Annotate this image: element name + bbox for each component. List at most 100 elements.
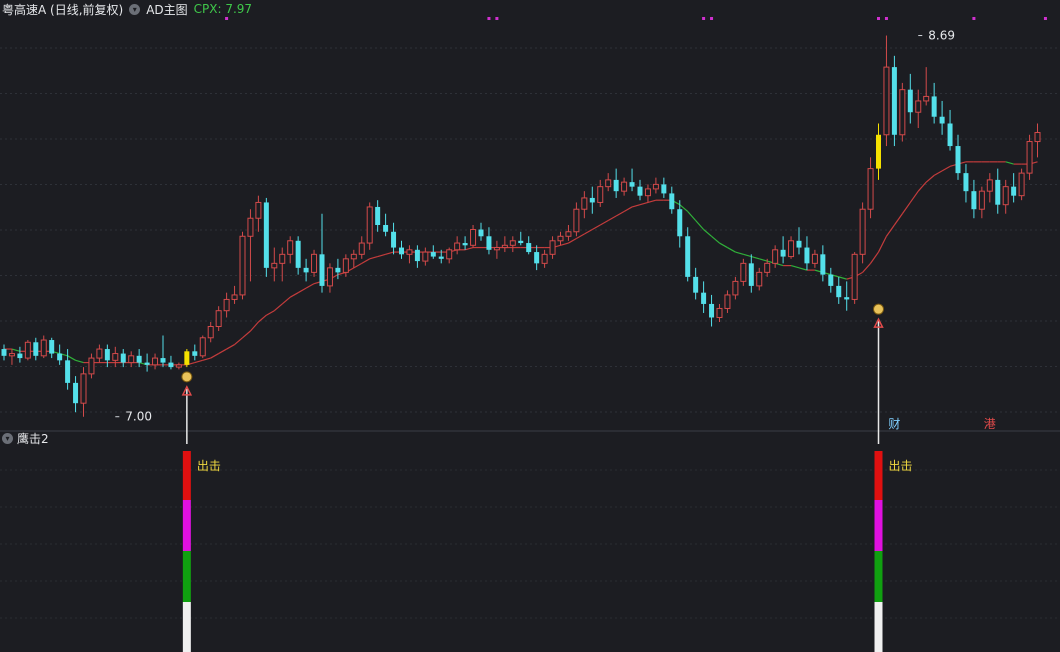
candle-body [923, 95, 930, 102]
candle-body [637, 186, 643, 196]
ma-line-segment [194, 359, 203, 364]
candle-body [422, 251, 429, 262]
candle-body [907, 89, 913, 113]
candle [1034, 123, 1041, 158]
candle [581, 191, 588, 219]
candle [867, 157, 874, 219]
candle [175, 362, 182, 370]
candle-body [1, 349, 7, 356]
candle [661, 177, 667, 198]
candle-body [255, 201, 262, 219]
ma-line-segment [933, 170, 943, 176]
candle [652, 177, 659, 194]
candle-body [128, 355, 135, 364]
candle [859, 202, 866, 264]
candle-body [844, 297, 850, 300]
candle [17, 346, 23, 363]
ma-line-segment [226, 344, 235, 350]
ma-line-segment [242, 330, 251, 339]
candle-body [669, 193, 675, 210]
candle-body [756, 271, 763, 287]
ma-line-segment [305, 283, 315, 289]
candle [685, 227, 691, 282]
candle-body [438, 256, 444, 259]
candle-body [597, 186, 604, 203]
candle-body [1018, 172, 1025, 197]
candle-body [652, 183, 659, 190]
candle-body [24, 341, 31, 359]
candle-body [851, 253, 858, 300]
candle-body [939, 116, 945, 124]
ma-line-segment [592, 224, 601, 231]
ma-line-segment [266, 310, 275, 316]
ma-line-segment [560, 242, 569, 246]
candle-body [160, 358, 166, 363]
ma-line-segment [751, 256, 760, 260]
candle [844, 281, 850, 311]
candle-body [677, 209, 683, 237]
candle [303, 258, 309, 282]
candle-body [73, 382, 79, 404]
candle [391, 222, 397, 255]
candle [247, 209, 254, 282]
candle [112, 346, 119, 368]
candle [876, 123, 881, 180]
candle-body [184, 351, 190, 365]
candle-body [811, 253, 818, 264]
ma-line-segment [838, 276, 847, 280]
candle-body [859, 208, 866, 255]
candlestick-chart[interactable]: 7.00 8.69 财 港出击 出击 [0, 0, 1060, 652]
candle-body [701, 292, 707, 304]
candle-body [891, 67, 897, 135]
ma-line-segment [289, 292, 299, 298]
candle [311, 249, 318, 277]
candle [899, 82, 906, 142]
candle [478, 222, 484, 241]
candle [1, 344, 7, 361]
candle-body [644, 188, 651, 197]
candle [184, 349, 190, 368]
top-marker [710, 17, 714, 20]
ma-line-segment [909, 190, 919, 203]
candle-body [112, 353, 119, 361]
candle-body [685, 236, 691, 277]
ma-line-segment [893, 213, 903, 226]
ma-line-segment [639, 201, 649, 206]
candle-body [629, 182, 635, 187]
candle-body [509, 240, 516, 246]
candle [549, 236, 556, 259]
candle-body [192, 351, 198, 356]
ma-line-segment [599, 219, 609, 226]
candle [255, 195, 262, 232]
ma-line-segment [941, 165, 951, 172]
candle [96, 344, 103, 363]
candle [947, 109, 953, 151]
candle-body [978, 190, 985, 210]
candle-body [454, 242, 461, 251]
candle [995, 168, 1001, 214]
candle [215, 306, 222, 332]
ma-line-segment [576, 233, 585, 240]
candle [788, 236, 795, 259]
ma-line-segment [687, 211, 697, 221]
candle [239, 231, 246, 300]
ma-line-segment [369, 256, 378, 260]
price-annotation: 8.69 [928, 29, 955, 43]
candle-body [199, 337, 206, 357]
candle-body [732, 280, 739, 296]
candle-body [223, 298, 230, 312]
candle [597, 179, 604, 207]
candle [526, 236, 532, 255]
candle-body [88, 357, 95, 375]
candle-body [80, 373, 87, 404]
candle [470, 225, 477, 248]
candle-body [231, 294, 238, 300]
candle [541, 249, 548, 268]
candle-body [295, 240, 301, 268]
ma-line-segment [67, 355, 76, 361]
candle [709, 294, 715, 327]
ma-line-segment [703, 229, 712, 237]
candle-body [247, 217, 254, 237]
candle-body [740, 262, 747, 282]
candle-body [446, 249, 453, 260]
